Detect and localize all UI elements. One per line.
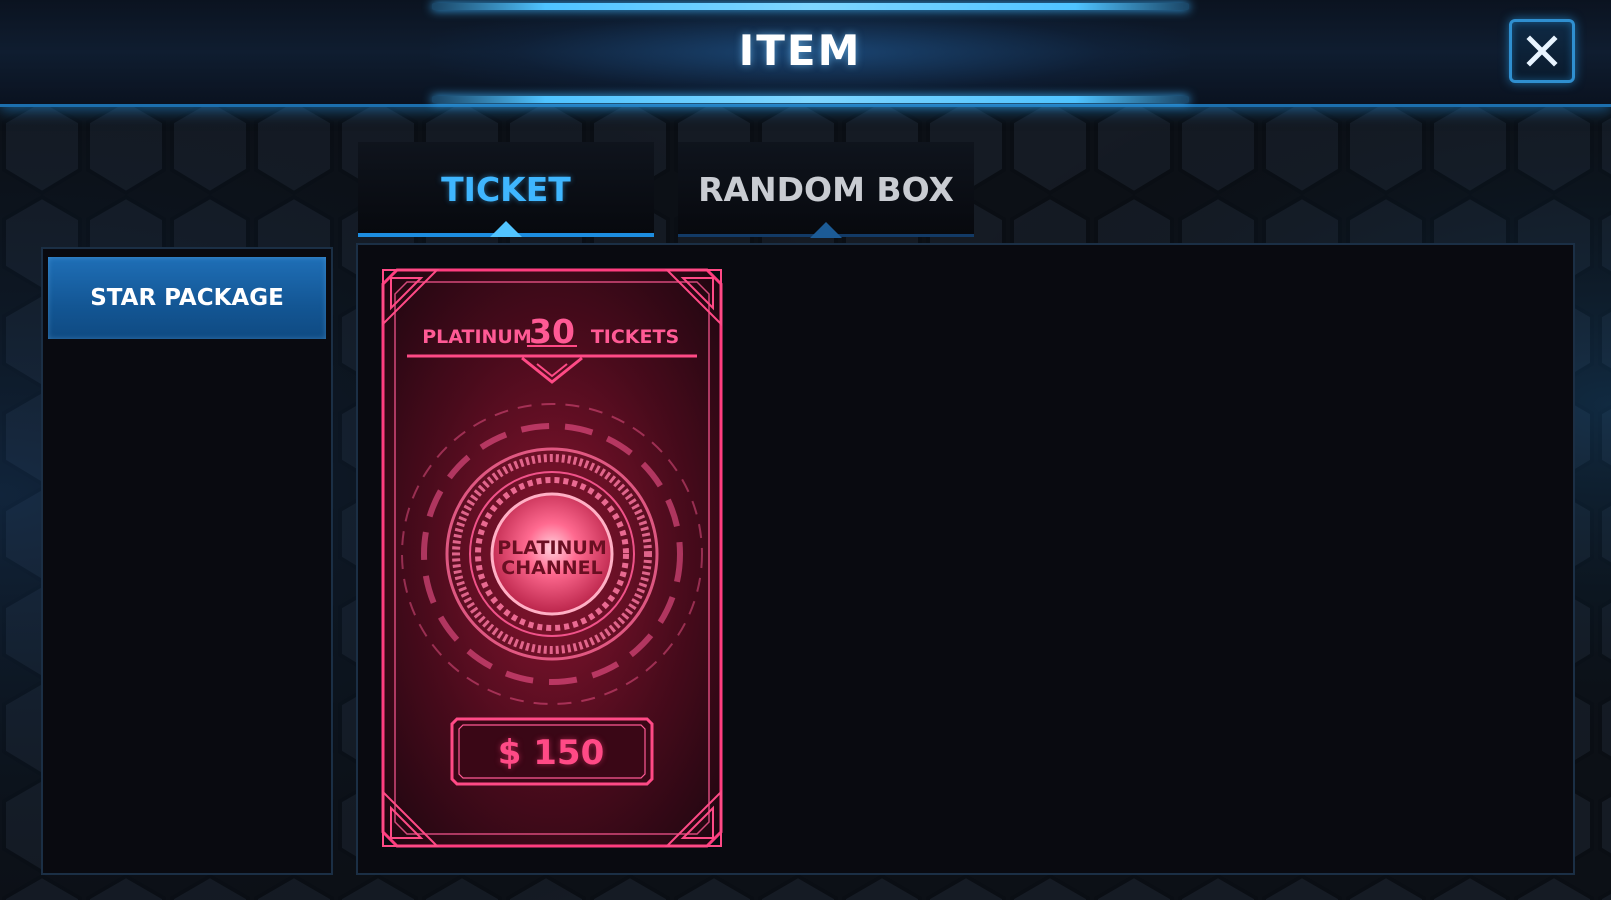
sidebar-item-label: STAR PACKAGE [90, 285, 284, 311]
price-button[interactable]: $ 150 [451, 733, 651, 773]
title-accent-line-top [432, 3, 1189, 10]
title-bar: ITEM [0, 0, 1611, 107]
close-x-icon [1526, 35, 1558, 67]
title-accent-line-bottom [432, 96, 1189, 103]
tab-ticket-label: TICKET [441, 170, 571, 209]
emblem-line-1: PLATINUM [497, 537, 607, 559]
close-button[interactable] [1509, 19, 1575, 83]
tab-random-box[interactable]: RANDOM BOX [678, 142, 974, 238]
sidebar-item-star-package[interactable]: STAR PACKAGE [48, 257, 326, 339]
page-title: ITEM [738, 26, 862, 75]
ticket-unit-label: TICKETS [590, 326, 680, 348]
ticket-product-card[interactable]: PLATINUM 30 TICKETS PLATINUM CHANNEL $ 1… [377, 264, 727, 852]
category-sidebar: STAR PACKAGE [41, 247, 333, 875]
tab-active-indicator [490, 221, 522, 237]
ticket-tier-label: PLATINUM [422, 326, 532, 348]
tab-ticket[interactable]: TICKET [358, 142, 654, 237]
emblem-line-2: CHANNEL [501, 557, 603, 579]
tab-indicator [810, 222, 842, 238]
tab-random-box-label: RANDOM BOX [698, 170, 954, 209]
ticket-quantity: 30 [529, 312, 575, 351]
platinum-channel-emblem: PLATINUM CHANNEL [492, 538, 612, 578]
